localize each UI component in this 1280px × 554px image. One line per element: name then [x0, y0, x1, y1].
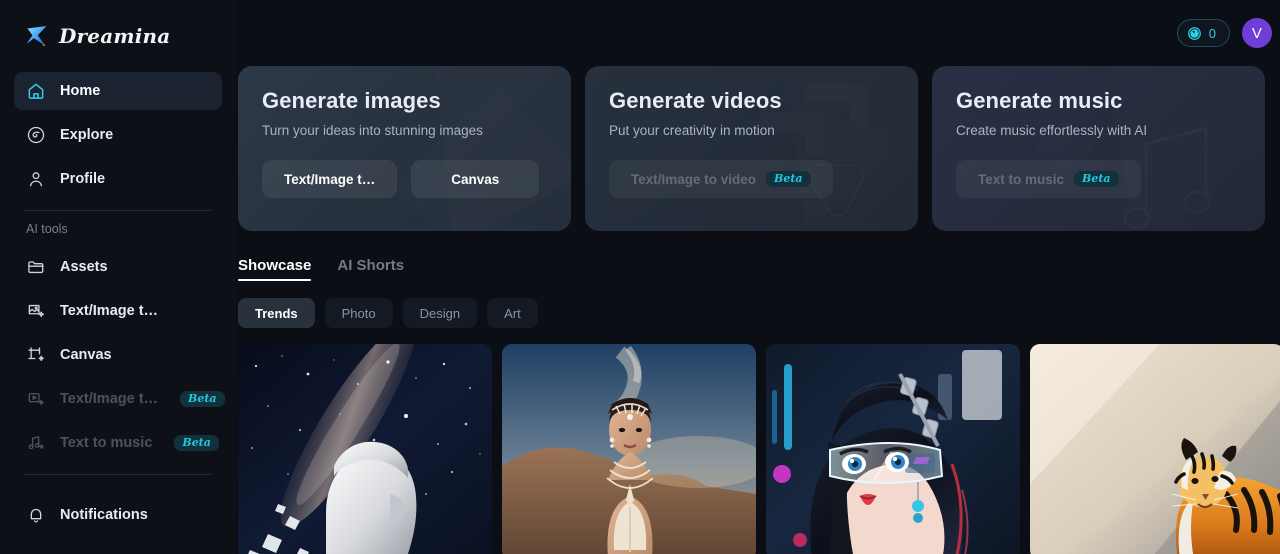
folder-icon	[28, 261, 44, 274]
tab-label: AI Shorts	[337, 257, 405, 274]
content-tabs: Showcase AI Shorts	[238, 257, 1280, 281]
promo-card-subtitle: Create music effortlessly with AI	[956, 123, 1148, 138]
promo-card-subtitle: Put your creativity in motion	[609, 123, 775, 138]
button-label: Text/Image t…	[284, 171, 376, 187]
image-sparkle-icon	[28, 304, 44, 317]
chip-trends[interactable]: Trends	[238, 298, 315, 328]
avatar[interactable]: V	[1242, 18, 1272, 48]
chip-label: Design	[419, 305, 461, 321]
tab-label: Showcase	[238, 257, 312, 274]
beta-badge: Beta	[180, 391, 225, 407]
sidebar-item-label: Canvas	[60, 347, 112, 363]
gallery-tile[interactable]	[766, 344, 1020, 554]
text-image-to-video-button[interactable]: Text/Image to video Beta	[609, 160, 833, 198]
sidebar: Dreamina Home Explore Profile AI tools A…	[0, 0, 236, 554]
chip-photo[interactable]: Photo	[324, 298, 393, 328]
promo-card-actions: Text to music Beta	[956, 160, 1241, 198]
credits-value: 0	[1208, 25, 1216, 41]
sidebar-divider-bottom	[24, 474, 212, 475]
promo-card-subtitle: Turn your ideas into stunning images	[262, 123, 483, 138]
sidebar-item-label: Notifications	[60, 507, 148, 523]
music-sparkle-icon	[28, 436, 44, 450]
sidebar-divider-top	[24, 210, 212, 211]
text-to-music-button[interactable]: Text to music Beta	[956, 160, 1141, 198]
promo-card-generate-images[interactable]: Generate images Turn your ideas into stu…	[238, 66, 571, 231]
button-label: Text/Image to video	[631, 171, 757, 187]
main-content: 0 V Generate images Turn your ideas into…	[236, 0, 1280, 554]
sidebar-item-assets[interactable]: Assets	[14, 248, 222, 286]
tiger-beige-wall-image	[1030, 344, 1280, 554]
sidebar-item-text-to-music[interactable]: Text to music Beta	[14, 424, 222, 462]
showcase-grid	[238, 344, 1280, 554]
video-sparkle-icon	[28, 392, 44, 405]
beta-badge: Beta	[766, 171, 811, 187]
sidebar-item-explore[interactable]: Explore	[14, 116, 222, 154]
sidebar-item-label: Text/Image t…	[60, 391, 159, 407]
sidebar-item-home[interactable]: Home	[14, 72, 222, 110]
promo-card-title: Generate videos	[609, 88, 782, 113]
filter-chips: Trends Photo Design Art	[238, 298, 1280, 328]
gallery-tile[interactable]	[1030, 344, 1280, 554]
canvas-frame-icon	[28, 347, 44, 361]
credit-coin-icon	[1187, 26, 1201, 40]
sidebar-item-text-image-to-image[interactable]: Text/Image t…	[14, 292, 222, 330]
promo-card-title: Generate music	[956, 88, 1123, 113]
sidebar-item-label: Home	[60, 83, 101, 99]
button-label: Canvas	[451, 171, 500, 187]
beta-badge: Beta	[174, 435, 219, 451]
chip-label: Photo	[341, 305, 376, 321]
sidebar-item-label: Profile	[60, 171, 106, 187]
sidebar-item-text-image-to-video[interactable]: Text/Image t… Beta	[14, 380, 225, 418]
tab-ai-shorts[interactable]: AI Shorts	[337, 257, 404, 281]
promo-card-title: Generate images	[262, 88, 441, 113]
gallery-tile[interactable]	[502, 344, 756, 554]
sidebar-item-label: Text/Image t…	[60, 303, 159, 319]
avatar-initial: V	[1251, 24, 1263, 42]
beta-badge: Beta	[1074, 171, 1119, 187]
chip-label: Trends	[255, 305, 298, 321]
promo-card-generate-music[interactable]: Generate music Create music effortlessly…	[932, 66, 1265, 231]
chip-label: Art	[504, 305, 521, 321]
promo-card-actions: Text/Image to video Beta	[609, 160, 894, 198]
sidebar-item-label: Assets	[60, 259, 108, 275]
chip-art[interactable]: Art	[487, 298, 538, 328]
jeweled-woman-desert-image	[502, 344, 756, 554]
bell-icon	[30, 508, 42, 523]
promo-card-actions: Text/Image t… Canvas	[262, 160, 547, 198]
marble-statue-galaxy-image	[238, 344, 492, 554]
brand[interactable]: Dreamina	[14, 0, 222, 72]
sidebar-group-title: AI tools	[26, 222, 68, 236]
sidebar-item-profile[interactable]: Profile	[14, 160, 222, 198]
credits-badge[interactable]: 0	[1176, 19, 1230, 47]
tab-showcase[interactable]: Showcase	[238, 257, 312, 281]
sidebar-item-label: Explore	[60, 127, 114, 143]
person-icon	[29, 172, 43, 187]
brand-name: Dreamina	[59, 24, 171, 48]
gallery-tile[interactable]	[238, 344, 492, 554]
sidebar-item-label: Text to music	[60, 435, 153, 451]
sidebar-item-notifications[interactable]: Notifications	[14, 496, 222, 534]
text-image-to-image-button[interactable]: Text/Image t…	[262, 160, 398, 198]
topbar: 0 V	[236, 0, 1280, 66]
home-icon	[28, 83, 44, 99]
compass-icon	[27, 126, 45, 144]
canvas-button[interactable]: Canvas	[411, 160, 540, 198]
button-label: Text to music	[978, 171, 1065, 187]
sidebar-item-canvas[interactable]: Canvas	[14, 336, 222, 374]
cyber-anime-girl-image	[766, 344, 1020, 554]
promo-cards: Generate images Turn your ideas into stu…	[238, 66, 1280, 231]
chip-design[interactable]: Design	[402, 298, 478, 328]
app-root: Dreamina Home Explore Profile AI tools A…	[0, 0, 1280, 554]
promo-card-generate-videos[interactable]: Generate videos Put your creativity in m…	[585, 66, 918, 231]
dreamina-star-logo-icon	[26, 26, 47, 46]
